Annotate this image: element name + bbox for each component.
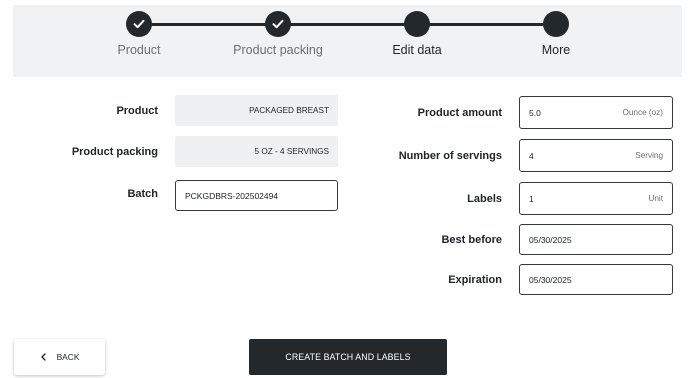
step-edit-data-indicator — [404, 11, 430, 37]
check-icon — [272, 19, 284, 29]
labels-value: 1 — [529, 193, 534, 204]
step-product-packing-label: Product packing — [233, 43, 323, 57]
expiration-value: 05/30/2025 — [529, 274, 572, 285]
progress-stepper: Product Product packing Edit data More — [13, 5, 682, 77]
batch-input[interactable]: PCKGDBRS-202502494 — [175, 180, 338, 211]
product-amount-input[interactable]: 5.0 Ounce (oz) — [519, 96, 673, 129]
number-of-servings-unit: Serving — [635, 151, 663, 160]
product-amount-unit: Ounce (oz) — [622, 108, 664, 117]
back-button-label: BACK — [56, 352, 80, 362]
product-amount-value: 5.0 — [529, 107, 541, 118]
step-product-packing-indicator — [265, 11, 291, 37]
create-batch-and-labels-button[interactable]: CREATE BATCH AND LABELS — [249, 339, 447, 375]
create-button-label: CREATE BATCH AND LABELS — [285, 352, 411, 362]
product-amount-label: Product amount — [417, 107, 502, 119]
number-of-servings-value: 4 — [529, 150, 534, 161]
expiration-label: Expiration — [448, 274, 502, 286]
labels-unit: Unit — [648, 194, 663, 203]
product-value: PACKAGED BREAST — [175, 95, 338, 126]
labels-label: Labels — [467, 193, 502, 205]
product-label: Product — [116, 105, 158, 117]
number-of-servings-input[interactable]: 4 Serving — [519, 139, 673, 172]
chevron-left-icon — [40, 353, 46, 361]
check-icon — [133, 19, 145, 29]
expiration-input[interactable]: 05/30/2025 — [519, 264, 673, 295]
step-more-indicator — [543, 11, 569, 37]
product-packing-label: Product packing — [71, 146, 158, 158]
product-packing-value: 5 OZ - 4 SERVINGS — [175, 136, 338, 167]
step-more-label: More — [541, 43, 571, 57]
step-edit-data-label: Edit data — [392, 43, 442, 57]
back-button[interactable]: BACK — [14, 339, 105, 375]
batch-input-value: PCKGDBRS-202502494 — [185, 190, 279, 201]
batch-label: Batch — [127, 188, 158, 200]
best-before-input[interactable]: 05/30/2025 — [519, 224, 673, 255]
best-before-value: 05/30/2025 — [529, 234, 572, 245]
best-before-label: Best before — [441, 234, 502, 246]
number-of-servings-label: Number of servings — [398, 150, 502, 162]
step-product-label: Product — [117, 43, 161, 57]
step-product-indicator — [126, 11, 152, 37]
labels-input[interactable]: 1 Unit — [519, 182, 673, 215]
stepper-track — [139, 23, 556, 26]
